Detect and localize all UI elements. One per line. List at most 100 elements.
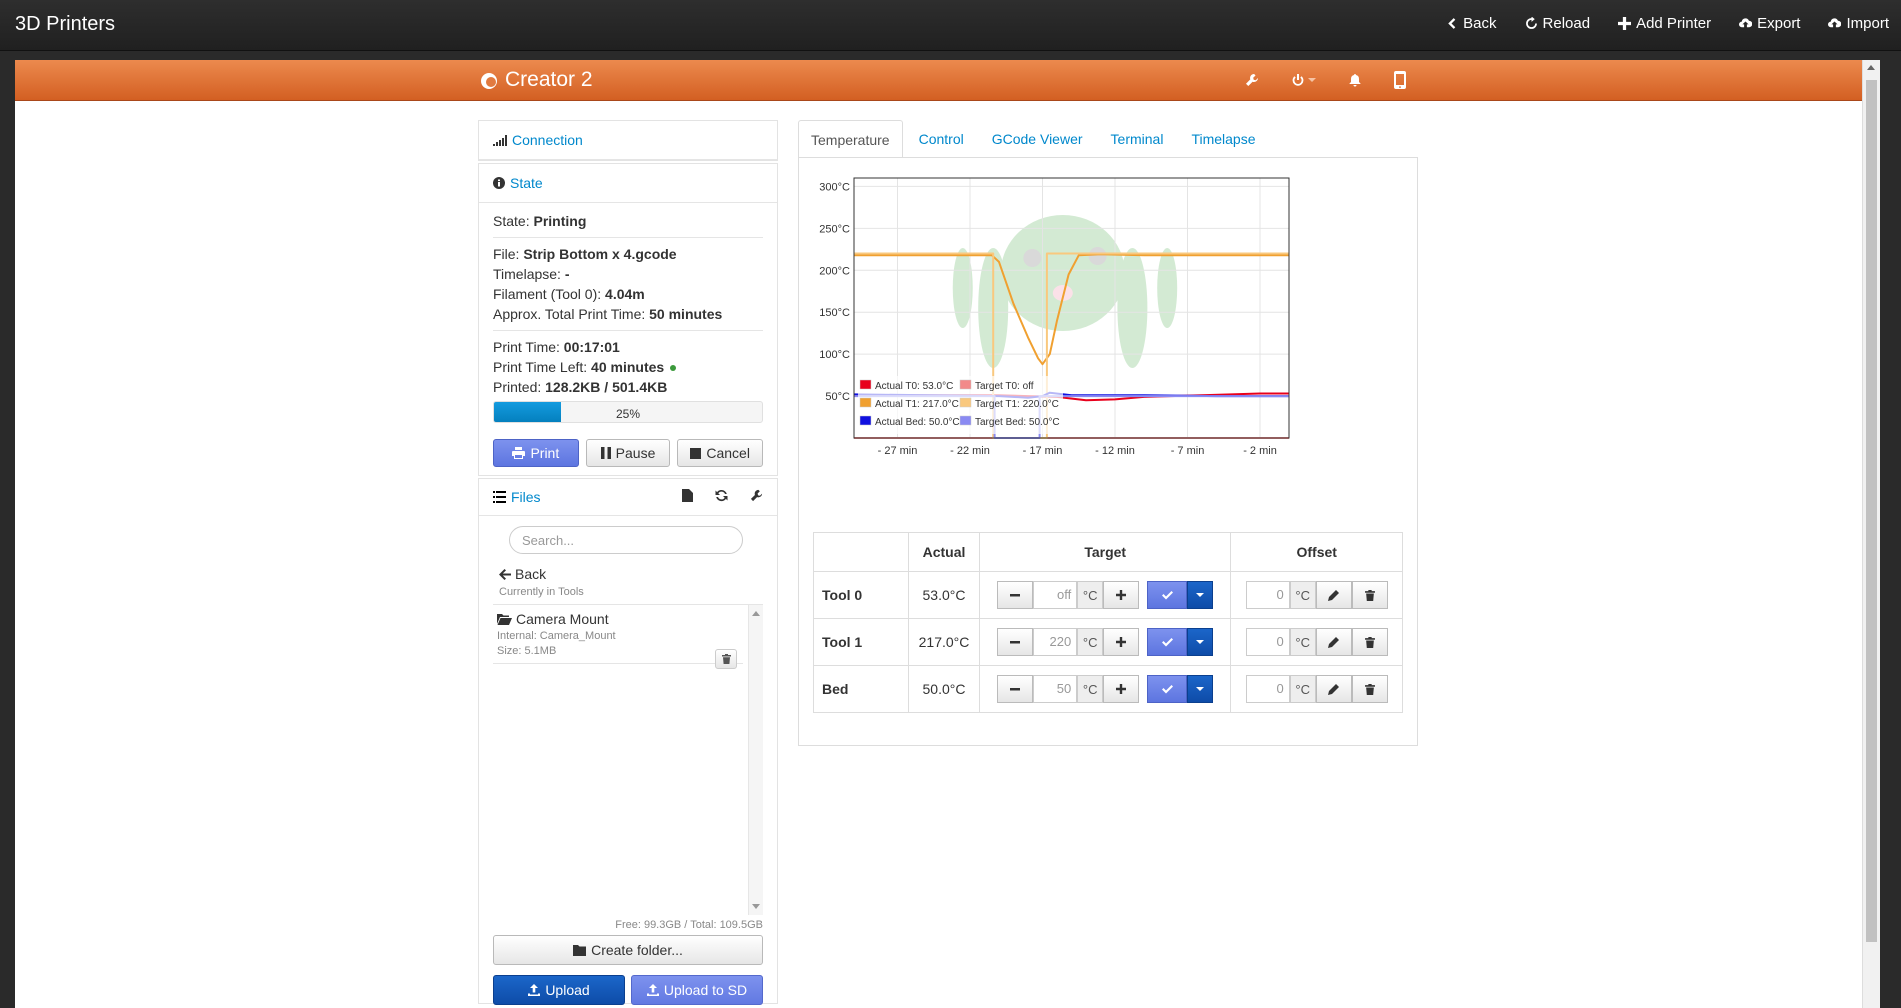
timelapse-line: Timelapse: - [493, 264, 763, 284]
export-button[interactable]: Export [1739, 15, 1800, 32]
pencil-icon [1328, 683, 1340, 695]
pause-button[interactable]: Pause [585, 439, 671, 467]
delete-offset-button[interactable] [1351, 581, 1388, 609]
refresh-icon[interactable] [715, 489, 728, 502]
file-label: File: [493, 246, 520, 262]
add-printer-button[interactable]: Add Printer [1618, 15, 1711, 32]
decrease-target-button[interactable] [997, 675, 1034, 703]
files-header-label[interactable]: Files [511, 489, 541, 505]
connection-header[interactable]: Connection [479, 121, 777, 160]
target-dropdown-button[interactable] [1187, 628, 1214, 656]
target-input[interactable]: 50 [1033, 675, 1078, 703]
offset-input[interactable]: 0 [1245, 628, 1290, 656]
printer-frame: Creator 2 Connection State State: Printi… [15, 60, 1880, 1008]
delete-folder-button[interactable] [715, 649, 737, 669]
tab-terminal[interactable]: Terminal [1099, 120, 1176, 158]
upload-to-sd-button[interactable]: Upload to SD [631, 975, 763, 1005]
set-target-button[interactable] [1147, 675, 1188, 703]
decrease-target-button[interactable] [997, 581, 1034, 609]
legend-swatch [959, 379, 972, 390]
files-toolbar [682, 489, 763, 502]
target-dropdown-button[interactable] [1187, 581, 1214, 609]
file-list-item[interactable]: Camera Mount Internal: Camera_Mount Size… [493, 605, 743, 669]
scroll-down-arrow[interactable] [752, 904, 760, 909]
x-tick-label: - 27 min [878, 445, 918, 457]
target-cell: 220 °C [978, 618, 1232, 666]
scrollbar-thumb[interactable] [1866, 80, 1877, 942]
wrench-icon[interactable] [750, 489, 763, 502]
check-icon [1161, 684, 1173, 693]
app-title[interactable]: 3D Printers [15, 13, 115, 36]
printer-toolbar [1245, 71, 1406, 89]
state-line: State: Printing [493, 211, 763, 231]
increase-target-button[interactable] [1103, 675, 1140, 703]
file-icon[interactable] [682, 489, 693, 502]
tab-temperature[interactable]: Temperature [798, 120, 903, 160]
tab-gcode-viewer[interactable]: GCode Viewer [980, 120, 1095, 158]
increase-target-button[interactable] [1103, 581, 1140, 609]
approx-time-line: Approx. Total Print Time: 50 minutes [493, 304, 763, 324]
col-header-offset: Offset [1230, 532, 1403, 572]
offset-control: 0 °C [1239, 628, 1394, 656]
scroll-up-arrow[interactable] [752, 611, 760, 616]
timelapse-value: - [564, 266, 570, 282]
target-dropdown-button[interactable] [1187, 675, 1214, 703]
chevron-left-icon [1448, 18, 1456, 29]
notifications-button[interactable] [1348, 73, 1362, 87]
edit-offset-button[interactable] [1315, 675, 1352, 703]
page-scrollbar[interactable] [1862, 60, 1880, 1008]
print-button[interactable]: Print [493, 439, 579, 467]
temperature-tab-pane: - 27 min - 22 min - 17 min - 12 min - 7 min -… [798, 157, 1418, 746]
mobile-view-button[interactable] [1394, 71, 1406, 89]
tab-timelapse[interactable]: Timelapse [1179, 120, 1267, 158]
check-icon [1161, 637, 1173, 646]
offset-input[interactable]: 0 [1245, 675, 1290, 703]
delete-offset-button[interactable] [1351, 628, 1388, 656]
files-back-label: Back [515, 566, 547, 582]
target-input[interactable]: off [1033, 581, 1078, 609]
table-row: Tool 1 217.0°C 220 °C 0 °C [813, 618, 1403, 666]
decrease-target-button[interactable] [997, 628, 1034, 656]
system-menu-button[interactable] [1245, 73, 1259, 87]
reload-button[interactable]: Reload [1525, 15, 1590, 32]
octoprint-logo-icon [481, 73, 497, 89]
set-target-button[interactable] [1147, 628, 1188, 656]
edit-offset-button[interactable] [1315, 628, 1352, 656]
target-input[interactable]: 220 [1033, 628, 1078, 656]
x-tick-label: - 22 min [950, 445, 990, 457]
import-button[interactable]: Import [1828, 15, 1889, 32]
filament-line: Filament (Tool 0): 4.04m [493, 284, 763, 304]
printer-title[interactable]: Creator 2 [479, 68, 593, 92]
create-folder-button[interactable]: Create folder... [493, 935, 763, 965]
time-left-line: Print Time Left: 40 minutes [493, 357, 763, 377]
cancel-button[interactable]: Cancel [677, 439, 764, 467]
y-tick-label: 250°C [819, 223, 850, 235]
tab-control[interactable]: Control [907, 120, 976, 158]
file-search-input[interactable]: Search... [509, 526, 743, 554]
heater-name: Bed [813, 665, 909, 713]
plus-icon [1116, 637, 1127, 647]
file-list-scrollbar[interactable] [748, 605, 763, 915]
state-header[interactable]: State [479, 164, 777, 203]
delete-offset-button[interactable] [1351, 675, 1388, 703]
power-menu-button[interactable] [1291, 73, 1316, 87]
caret-down-icon [1196, 687, 1205, 691]
main-tabs: Temperature Control GCode Viewer Termina… [798, 120, 1418, 160]
connection-panel: Connection [478, 120, 778, 161]
set-target-button[interactable] [1147, 581, 1188, 609]
approx-time-label: Approx. Total Print Time: [493, 306, 646, 322]
power-icon [1292, 74, 1304, 86]
files-back-link[interactable]: Back [499, 566, 777, 582]
target-control: 220 °C [988, 628, 1222, 656]
folder-size: Size: 5.1MB [497, 645, 557, 657]
filament-value: 4.04m [605, 286, 645, 302]
temperature-chart-svg: - 27 min - 22 min - 17 min - 12 min - 7 min -… [819, 177, 1290, 457]
back-button[interactable]: Back [1445, 15, 1497, 32]
upload-button[interactable]: Upload [493, 975, 625, 1005]
offset-input[interactable]: 0 [1245, 581, 1290, 609]
offset-control: 0 °C [1239, 675, 1394, 703]
edit-offset-button[interactable] [1315, 581, 1352, 609]
increase-target-button[interactable] [1103, 628, 1140, 656]
unit-label: °C [1289, 628, 1316, 656]
scroll-up-arrow[interactable] [1867, 65, 1875, 70]
